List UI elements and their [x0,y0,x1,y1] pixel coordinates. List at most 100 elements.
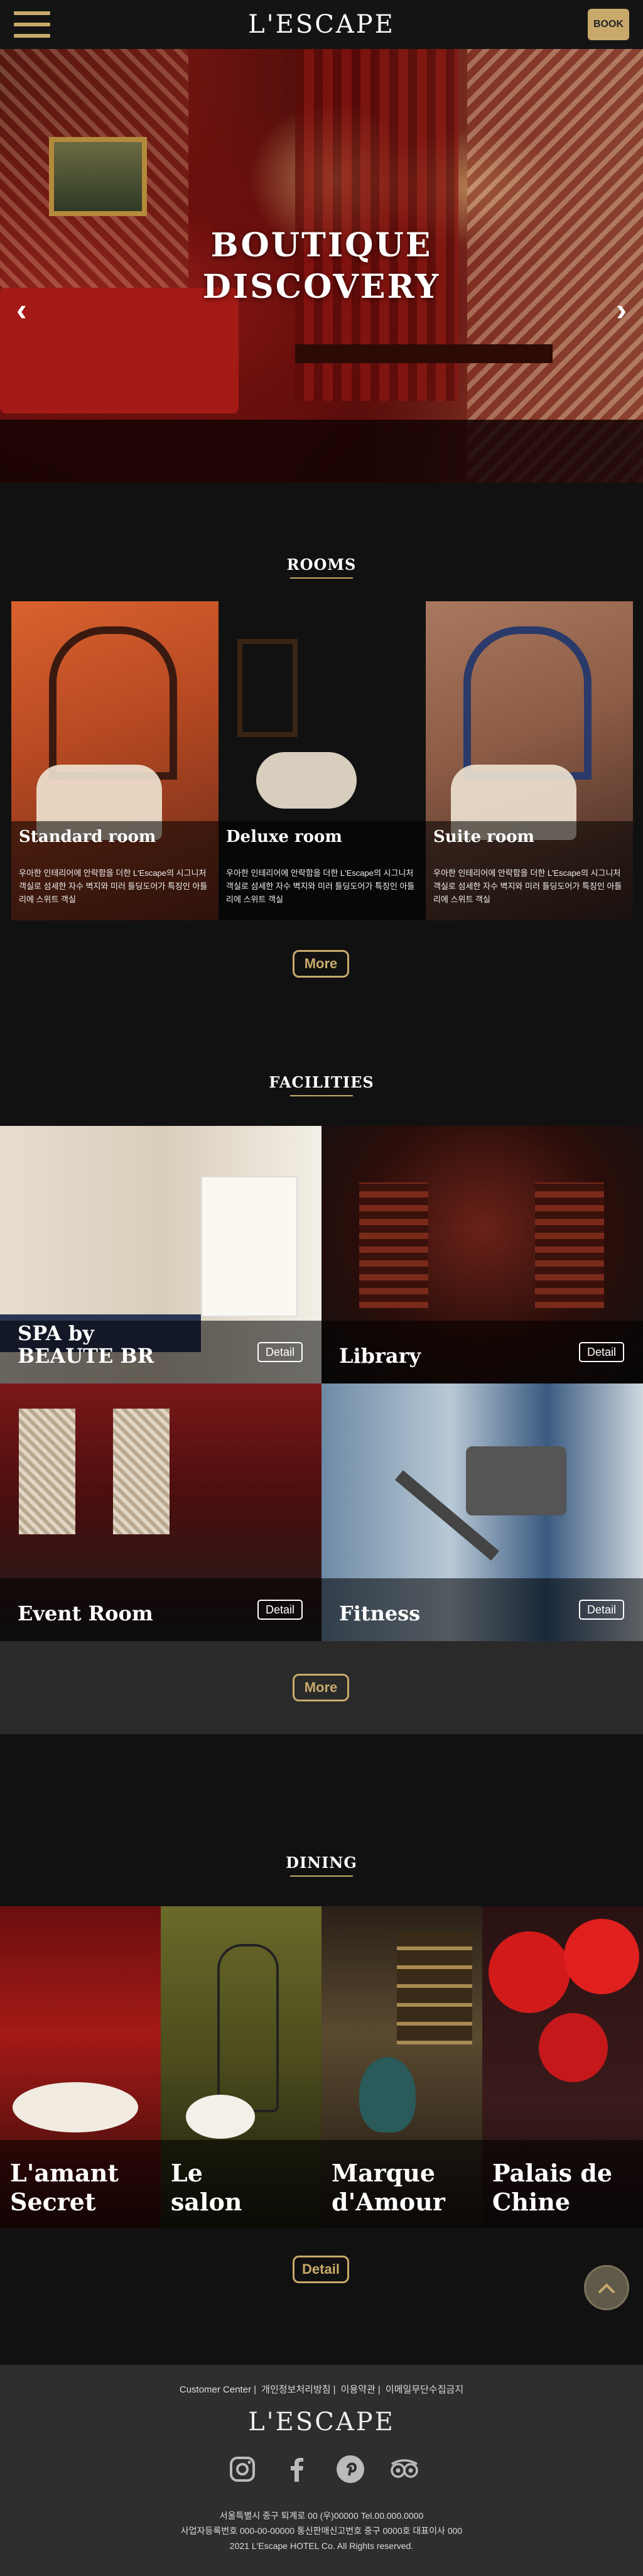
title-underline [290,1875,353,1877]
title-underline [290,1095,353,1096]
header-logo[interactable]: L'ESCAPE [0,10,643,39]
footer-logo: L'ESCAPE [248,2408,395,2437]
tripadvisor-icon[interactable] [388,2453,421,2486]
red-lantern [489,1931,570,2013]
room-mirror [237,639,298,737]
bar-shelf [397,1931,472,2044]
dining-card-palais-de-chine[interactable]: Palais de Chine [482,1906,643,2228]
room-card-deluxe[interactable]: Deluxe room 우아한 인테리어에 안락함을 더한 L'Escape의 … [219,601,426,920]
chevron-up-icon[interactable] [584,2265,629,2310]
instagram-icon[interactable] [226,2453,259,2486]
book-button[interactable]: BOOK [588,9,629,40]
rooms-more-button[interactable]: More [293,950,349,978]
dining-name: Palais de Chine [492,2159,637,2217]
dining-name-line2: Chine [492,2188,571,2216]
footer-address-line1: 서울특별시 중구 퇴계로 00 (우)00000 Tel.00.000.0000 [219,2511,424,2521]
room-description: 우아한 인테리어에 안락함을 더한 L'Escape의 시그니처 객실로 섬세한… [226,868,415,904]
chevron-up-glyph [598,2283,615,2293]
chevron-right-icon[interactable]: › [616,294,627,325]
event-pillar [113,1409,170,1534]
room-description: 우아한 인테리어에 안락함을 더한 L'Escape의 시그니처 객실로 섬세한… [433,868,622,904]
dining-card-lamant-secret[interactable]: L'amant Secret [0,1906,161,2228]
dining-section-title: DINING [0,1853,643,1877]
peacock-statue [359,2057,416,2132]
pinterest-icon[interactable] [334,2453,367,2486]
rooms-title-text: ROOMS [286,555,357,574]
library-shelf [359,1182,428,1308]
room-name: Standard room [19,827,156,846]
room-card-suite[interactable]: Suite room 우아한 인테리어에 안락함을 더한 L'Escape의 시… [426,601,633,920]
room-canopy [463,626,592,780]
detail-button[interactable]: Detail [257,1342,303,1362]
facility-name-line1: SPA by [18,1321,94,1345]
hero-floor [0,420,643,483]
dining-detail-button[interactable]: Detail [293,2256,349,2283]
footer-link-privacy[interactable]: 개인정보처리방침 [261,2384,330,2395]
footer-link-email-policy[interactable]: 이메일무단수집금지 [386,2384,463,2395]
site-header: L'ESCAPE BOOK [0,0,643,49]
room-name: Suite room [433,827,535,846]
room-description: 우아한 인테리어에 안락함을 더한 L'Escape의 시그니처 객실로 섬세한… [19,868,208,904]
dining-name-line1: Le [171,2159,203,2187]
title-underline [290,577,353,579]
facilities-section-title: FACILITIES [0,1073,643,1096]
library-shelf [535,1182,604,1308]
dining-card-le-salon[interactable]: Le salon [161,1906,322,2228]
footer-copyright: 2021 L'Escape HOTEL Co. All Rights reser… [229,2541,414,2551]
dining-table [13,2082,138,2132]
facility-name-line1: Library [339,1344,421,1368]
hero-painting [49,137,147,216]
facility-card-spa[interactable]: SPA by BEAUTE BR Detail [0,1126,322,1384]
facilities-more-button[interactable]: More [293,1674,349,1701]
event-pillar [19,1409,75,1534]
red-lantern [539,2013,608,2082]
dining-card-marque-damour[interactable]: Marque d'Amour [322,1906,482,2228]
facebook-icon[interactable] [280,2453,313,2486]
hero-title-line2: DISCOVERY [202,268,441,306]
hero-carousel: BOUTIQUE DISCOVERY ‹ › [0,49,643,483]
room-bathtub [256,752,357,809]
dining-name: Marque d'Amour [332,2159,476,2217]
footer-link-terms[interactable]: 이용약관 [341,2384,376,2395]
spa-cabinet [201,1176,298,1317]
detail-button[interactable]: Detail [579,1342,624,1362]
facility-name: SPA by BEAUTE BR [18,1322,154,1367]
red-lantern [564,1919,639,1994]
facility-name-line1: Event Room [18,1602,153,1625]
facilities-more-band: More [0,1641,643,1734]
dining-name-line1: L'amant [10,2159,119,2187]
facility-name-line2: BEAUTE BR [18,1344,154,1368]
facility-name: Event Room [18,1602,153,1625]
facility-name-line1: Fitness [339,1602,421,1625]
room-canopy [49,626,177,780]
room-card-standard[interactable]: Standard room 우아한 인테리어에 안락함을 더한 L'Escape… [11,601,219,920]
tea-stand [217,1944,279,2112]
room-name: Deluxe room [226,827,342,846]
facility-name: Fitness [339,1602,420,1625]
dining-name-line1: Marque [332,2159,436,2187]
facility-card-fitness[interactable]: Fitness Detail [322,1384,643,1641]
treadmill-screen [466,1446,566,1515]
detail-button[interactable]: Detail [579,1600,624,1620]
footer-address: 서울특별시 중구 퇴계로 00 (우)00000 Tel.00.000.0000… [0,2508,643,2553]
detail-button[interactable]: Detail [257,1600,303,1620]
facility-card-event-room[interactable]: Event Room Detail [0,1384,322,1641]
chevron-left-icon[interactable]: ‹ [16,294,27,325]
dining-name-line2: salon [171,2188,242,2216]
hero-title-line1: BOUTIQUE [210,226,433,265]
facility-card-library[interactable]: Library Detail [322,1126,643,1384]
rooms-section-title: ROOMS [0,555,643,579]
site-footer: Customer Center | 개인정보처리방침 | 이용약관 | 이메일무단수집… [0,2365,643,2576]
dining-name-line2: d'Amour [332,2188,445,2216]
dining-name-line2: Secret [10,2188,96,2216]
facilities-title-text: FACILITIES [269,1073,374,1091]
social-links [226,2453,421,2491]
hero-table [295,344,553,363]
dining-name: L'amant Secret [10,2159,154,2217]
facilities-grid: SPA by BEAUTE BR Detail Library Detail E… [0,1126,643,1641]
dining-name-line1: Palais de [492,2159,613,2187]
footer-address-line2: 사업자등록번호 000-00-00000 통신판매신고번호 중구 0000호 대… [180,2526,463,2536]
tea-cup [186,2095,255,2139]
footer-link-customer-center[interactable]: Customer Center [180,2384,251,2395]
footer-links: Customer Center | 개인정보처리방침 | 이용약관 | 이메일무단수집… [179,2384,464,2395]
